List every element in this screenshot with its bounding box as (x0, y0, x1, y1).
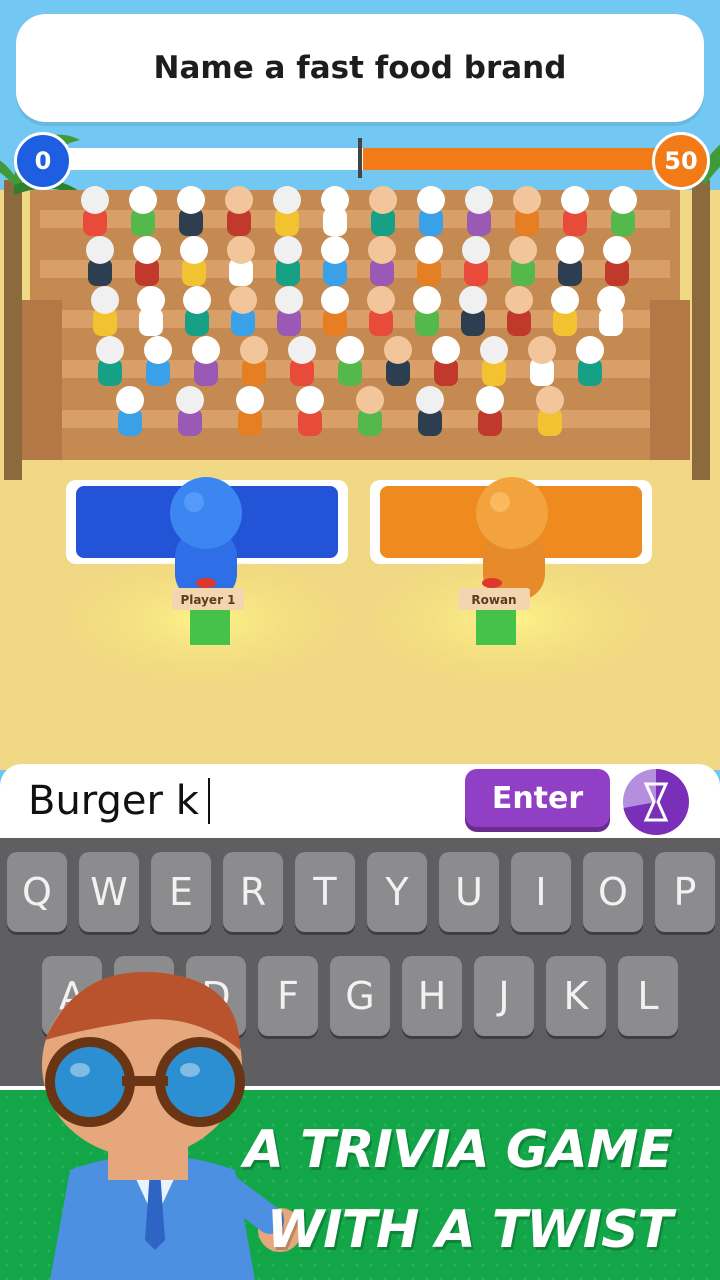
spectator-head (96, 336, 124, 364)
spectator-head (137, 286, 165, 314)
spectator-head (180, 236, 208, 264)
opponent-progress-fill (363, 148, 676, 170)
tagline-line2: WITH A TWIST (266, 1200, 673, 1260)
progress-track (50, 148, 676, 170)
spectator-head (275, 286, 303, 314)
key-h[interactable]: H (402, 956, 462, 1036)
spectator-head (413, 286, 441, 314)
spectator-head (462, 236, 490, 264)
key-j[interactable]: J (474, 956, 534, 1036)
spectator-head (274, 236, 302, 264)
spectator-head (480, 336, 508, 364)
spectator-head (86, 236, 114, 264)
spectator-head (561, 186, 589, 214)
spectator-head (225, 186, 253, 214)
answer-bar: Enter (0, 764, 720, 838)
key-r[interactable]: R (223, 852, 283, 932)
key-k[interactable]: K (546, 956, 606, 1036)
spectator-head (432, 336, 460, 364)
spectator-head (416, 386, 444, 414)
spectator-head (576, 336, 604, 364)
spectator-head (81, 186, 109, 214)
key-p[interactable]: P (655, 852, 715, 932)
spectator-head (273, 186, 301, 214)
spectator-head (476, 386, 504, 414)
opponent-score: 50 (652, 132, 710, 190)
player-score: 0 (14, 132, 72, 190)
spectator-head (177, 186, 205, 214)
spectator-head (116, 386, 144, 414)
spectator-head (551, 286, 579, 314)
spectator-head (133, 236, 161, 264)
score-progress-bar: 0 50 (14, 132, 710, 190)
key-t[interactable]: T (295, 852, 355, 932)
key-i[interactable]: I (511, 852, 571, 932)
tagline-line1: A TRIVIA GAME (243, 1120, 673, 1180)
game-screen: Player 1 Rowan Name a fast food brand 0 … (0, 0, 720, 1280)
spectator-head (288, 336, 316, 364)
player2-name: Rowan (471, 593, 516, 607)
spectator-head (513, 186, 541, 214)
spectator-head (229, 286, 257, 314)
spectator-head (415, 236, 443, 264)
spectator-head (336, 336, 364, 364)
key-e[interactable]: E (151, 852, 211, 932)
spectator-head (356, 386, 384, 414)
spectator-head (296, 386, 324, 414)
spectator-head (176, 386, 204, 414)
spectator-head (321, 186, 349, 214)
spectator-head (509, 236, 537, 264)
enter-button[interactable]: Enter (465, 769, 610, 827)
key-o[interactable]: O (583, 852, 643, 932)
spectator-head (183, 286, 211, 314)
spectator-head (536, 386, 564, 414)
spectator-head (505, 286, 533, 314)
spectator-head (91, 286, 119, 314)
spectator-head (227, 236, 255, 264)
answer-input[interactable] (28, 774, 448, 828)
key-q[interactable]: Q (7, 852, 67, 932)
spectator-head (597, 286, 625, 314)
spectator-head (465, 186, 493, 214)
question-card: Name a fast food brand (16, 14, 704, 122)
spectator-head (368, 236, 396, 264)
spectator-head (369, 186, 397, 214)
player1-name: Player 1 (180, 593, 235, 607)
spectator-head (321, 286, 349, 314)
spectator-head (129, 186, 157, 214)
spectator-head (603, 236, 631, 264)
spectator-head (459, 286, 487, 314)
midpoint-marker (358, 138, 362, 178)
spectator-head (236, 386, 264, 414)
spectator-head (528, 336, 556, 364)
key-w[interactable]: W (79, 852, 139, 932)
spectator-head (384, 336, 412, 364)
spectator-head (321, 236, 349, 264)
spectator-head (367, 286, 395, 314)
question-text: Name a fast food brand (153, 50, 567, 86)
key-u[interactable]: U (439, 852, 499, 932)
spectator-head (192, 336, 220, 364)
spectator-head (609, 186, 637, 214)
spectator-head (556, 236, 584, 264)
hourglass-timer-icon (623, 769, 689, 835)
spectator-head (417, 186, 445, 214)
key-l[interactable]: L (618, 956, 678, 1036)
spectator-head (240, 336, 268, 364)
text-caret (208, 778, 210, 824)
spectator-head (144, 336, 172, 364)
key-y[interactable]: Y (367, 852, 427, 932)
key-g[interactable]: G (330, 956, 390, 1036)
